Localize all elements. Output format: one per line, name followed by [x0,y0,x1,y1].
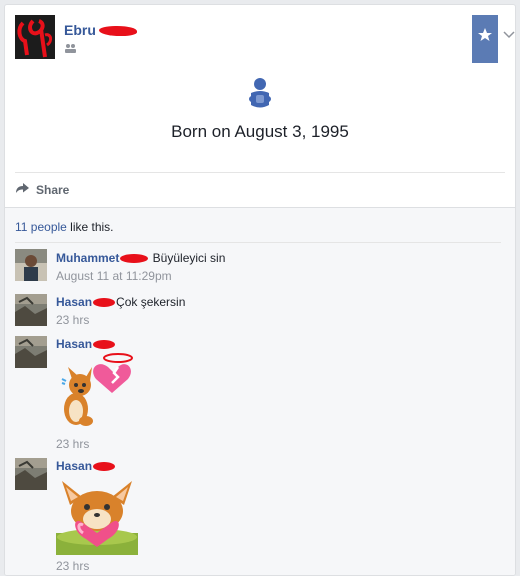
commenter-avatar[interactable] [15,458,47,490]
author-name[interactable]: Ebru [64,22,96,38]
bookmark-ribbon[interactable] [472,15,498,63]
commenter-avatar[interactable] [15,249,47,281]
redaction-mark [93,298,116,308]
comment-author[interactable]: Hasan [56,459,92,473]
share-label: Share [36,183,70,197]
comment-author[interactable]: Muhammet [56,251,119,265]
likes-summary: 11 people like this. [15,220,114,234]
comment-body: Hasan Çok şekersin 23 hrs [56,295,486,327]
comment-timestamp[interactable]: 23 hrs [56,313,89,327]
life-event: Born on August 3, 1995 [5,77,515,167]
author-avatar[interactable] [15,15,55,59]
comments-section: 11 people like this. Muhammet Büyüleyici… [5,207,515,575]
baby-icon [249,78,271,108]
redaction-mark [99,26,137,36]
friends-icon[interactable] [64,43,77,53]
commenter-avatar[interactable] [15,336,47,368]
divider [15,242,501,243]
heart-fox-sticker[interactable] [56,475,138,555]
comment-text: Çok şekersin [116,295,186,309]
redaction-mark [93,340,116,350]
redaction-mark [120,254,149,264]
comment-body: Hasan 23 hrs [56,459,486,573]
comment-author[interactable]: Hasan [56,295,92,309]
commenter-avatar[interactable] [15,294,47,326]
comment-body: Muhammet Büyüleyici sin August 11 at 11:… [56,251,486,283]
comment-text: Büyüleyici sin [149,251,226,265]
chevron-down-icon[interactable] [503,31,515,39]
post-card: Ebru Born on August 3, 1995 Share 11 peo… [4,4,516,576]
comment-timestamp[interactable]: 23 hrs [56,559,89,573]
comment-body: Hasan 23 hrs [56,337,486,451]
share-icon [16,183,29,193]
likes-suffix: like this. [66,220,114,234]
comment-timestamp[interactable]: August 11 at 11:29pm [56,269,172,283]
redaction-mark [93,462,116,472]
likes-count-link[interactable]: 11 people [15,220,67,234]
broken-heart-fox-sticker[interactable] [56,351,136,433]
comment-author[interactable]: Hasan [56,337,92,351]
comment-timestamp[interactable]: 23 hrs [56,437,89,451]
life-event-text: Born on August 3, 1995 [171,122,349,141]
divider [15,172,505,173]
post-header: Ebru [15,15,515,65]
